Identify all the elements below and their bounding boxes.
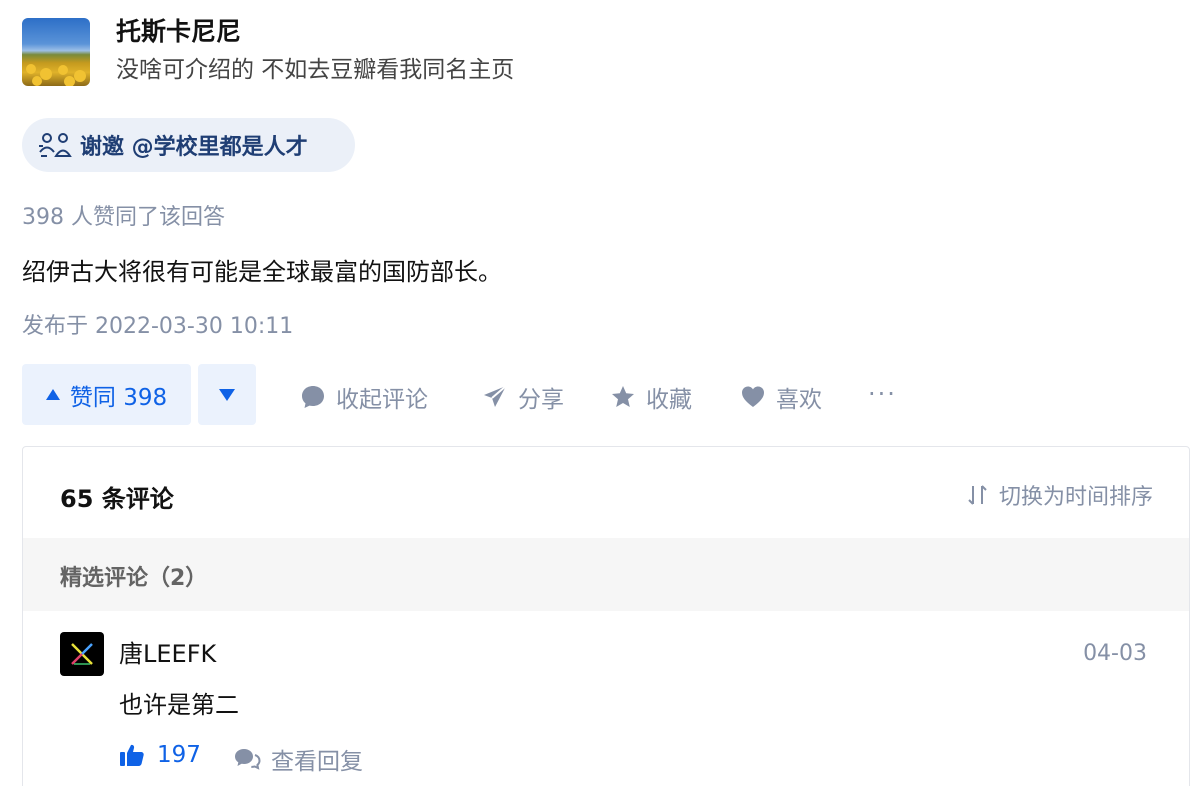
reply-bubble-icon [235,749,261,770]
featured-label: 精选评论（2） [60,566,208,591]
view-replies-label: 查看回复 [271,749,363,775]
star-icon [612,386,634,407]
featured-comments-bar: 精选评论（2） [23,538,1189,611]
triangle-down-icon [219,388,235,401]
sort-arrows-icon [968,485,987,505]
comment-text: 也许是第二 [119,691,239,719]
comment-bubble-icon [302,386,324,408]
like-button[interactable]: 喜欢 [740,380,822,414]
more-options-button[interactable]: ··· [868,380,897,408]
answer-content: 绍伊古大将很有可能是全球最富的国防部长。 [22,258,502,286]
invite-people-icon [39,133,72,157]
comments-header: 65 条评论 切换为时间排序 [23,447,1189,538]
commenter-avatar[interactable] [60,632,104,676]
like-label: 喜欢 [776,387,822,413]
author-bio: 没啥可介绍的 不如去豆瓣看我同名主页 [116,57,515,83]
triangle-up-icon [45,389,60,400]
author-header: 托斯卡尼尼 没啥可介绍的 不如去豆瓣看我同名主页 [22,18,514,86]
invite-badge[interactable]: 谢邀 @学校里都是人才 [22,118,355,172]
author-avatar[interactable] [22,18,90,86]
action-bar: 赞同 398 [22,364,256,425]
sort-label: 切换为时间排序 [998,485,1153,510]
collapse-comments-button[interactable]: 收起评论 [300,380,428,414]
comments-panel: 65 条评论 切换为时间排序 精选评论（2） 唐LEEFK 04-03 也许是第… [22,446,1190,786]
x-logo-icon [71,643,93,665]
heart-icon [742,386,764,407]
author-name[interactable]: 托斯卡尼尼 [116,18,514,46]
favorite-label: 收藏 [646,387,692,413]
view-replies-button[interactable]: 查看回复 [233,742,363,776]
upvote-label: 赞同 398 [69,384,168,411]
upvote-button[interactable]: 赞同 398 [22,364,191,425]
thumbs-up-icon [120,744,144,766]
collapse-comments-label: 收起评论 [336,387,428,413]
comment-like-count: 197 [157,742,201,768]
upvote-summary: 398 人赞同了该回答 [22,205,225,230]
downvote-button[interactable] [198,364,256,425]
comment-item: 唐LEEFK 04-03 也许是第二 197 查看回复 [23,611,1189,786]
invite-text: 谢邀 @学校里都是人才 [80,135,308,160]
commenter-name[interactable]: 唐LEEFK [119,639,216,669]
publish-time: 发布于 2022-03-30 10:11 [22,314,294,339]
share-label: 分享 [518,387,564,413]
comment-count: 65 条评论 [60,485,174,513]
sort-toggle-button[interactable]: 切换为时间排序 [967,479,1153,511]
comment-date: 04-03 [1083,641,1147,666]
share-button[interactable]: 分享 [482,380,564,414]
favorite-button[interactable]: 收藏 [610,380,692,414]
paper-plane-icon [484,385,507,407]
comment-like-button[interactable]: 197 [119,742,201,768]
